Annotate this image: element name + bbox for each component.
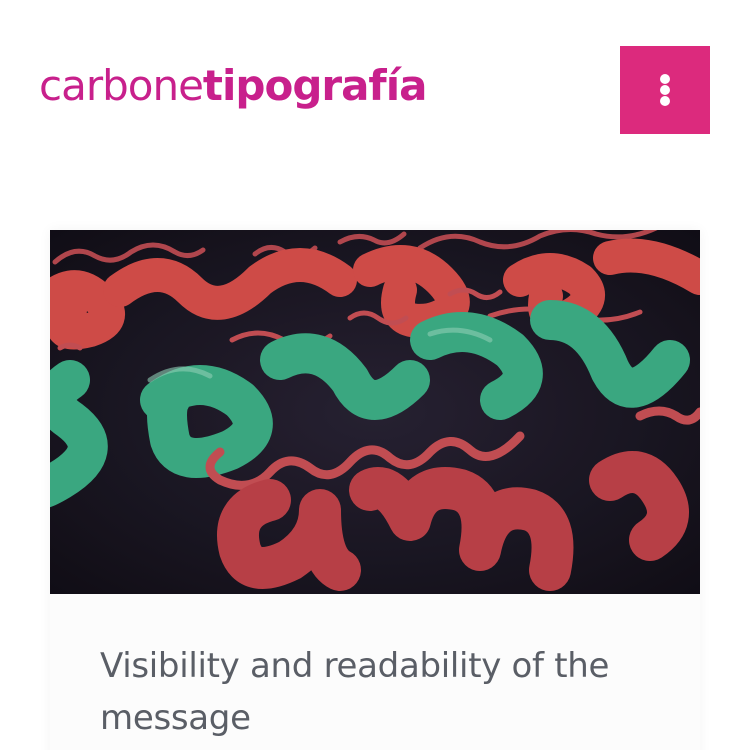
site-logo[interactable]: carbonetipografía — [39, 60, 428, 112]
logo-text-bold: tipografía — [202, 61, 428, 110]
vertical-ellipsis-icon — [660, 74, 670, 106]
lettering-artwork-image — [50, 230, 700, 594]
menu-button[interactable] — [620, 46, 710, 134]
post-card[interactable]: Visibility and readability of the messag… — [50, 230, 700, 750]
logo-text-light: carbone — [39, 61, 204, 110]
post-featured-image[interactable] — [50, 230, 700, 594]
post-card-body: Visibility and readability of the messag… — [50, 594, 700, 750]
page: carbonetipografía Visibility and readabi… — [0, 0, 750, 750]
site-header: carbonetipografía — [0, 0, 750, 180]
post-title[interactable]: Visibility and readability of the messag… — [100, 640, 620, 744]
